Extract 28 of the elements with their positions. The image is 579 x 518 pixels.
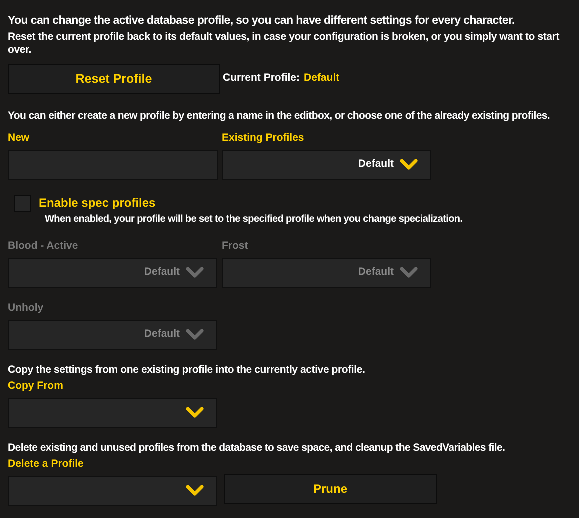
- dropdown-label: Unholy: [8, 301, 45, 316]
- chevron-down-icon: [186, 267, 204, 279]
- chevron-down-icon: [186, 329, 204, 341]
- field-label: New: [8, 131, 31, 146]
- reset-profile-button[interactable]: Reset Profile: [8, 64, 220, 94]
- dropdown-label: Frost: [222, 239, 250, 254]
- spec-description: When enabled, your profile will be set to the specified profile when you change specialization.: [45, 213, 464, 226]
- dropdown[interactable]: [8, 398, 217, 428]
- current-profile-value: Default: [304, 71, 340, 86]
- delete-hint: Delete existing and unused profiles from the database to save space, and cleanup the SavedVariables file.: [8, 442, 506, 455]
- choose-hint: You can either create a new profile by entering a name in the editbox, or choose one of the already existing profiles.: [8, 110, 552, 123]
- checkbox-label: Enable spec profiles: [39, 195, 156, 212]
- intro-text: You can change the active database profile, so you can have different settings for every character.: [8, 14, 516, 29]
- chevron-down-icon: [400, 159, 418, 171]
- reset-hint: Reset the current profile back to its default values, in case your configuration is broken, or you simply want to start over.: [8, 31, 561, 57]
- dropdown-label: Copy From: [8, 379, 64, 394]
- dropdown-label: Delete a Profile: [8, 457, 85, 472]
- chevron-down-icon: [400, 267, 418, 279]
- dropdown-label: Blood - Active: [8, 239, 80, 254]
- current-profile-label: Current Profile:: [223, 71, 300, 86]
- dropdown[interactable]: [8, 476, 217, 506]
- chevron-down-icon: [186, 485, 204, 497]
- copy-hint: Copy the settings from one existing profile into the currently active profile.: [8, 364, 366, 377]
- checkbox[interactable]: [14, 194, 31, 212]
- dropdown-label: Existing Profiles: [222, 131, 306, 146]
- dropdown[interactable]: Default: [222, 150, 431, 180]
- prune-button[interactable]: Prune: [224, 474, 437, 504]
- chevron-down-icon: [186, 407, 204, 419]
